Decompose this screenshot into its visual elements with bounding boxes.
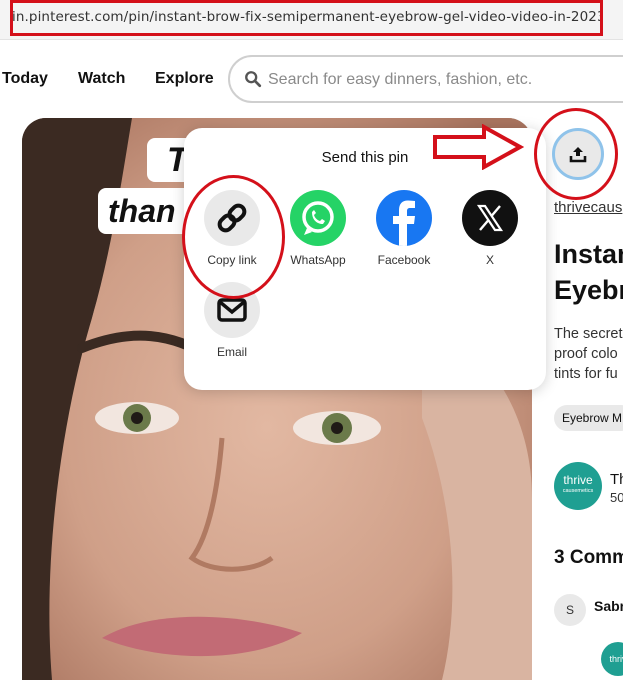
whatsapp-icon [302,201,334,235]
share-facebook-button[interactable]: Facebook [364,190,444,267]
reply-avatar[interactable]: thriv [601,642,623,676]
x-icon [476,204,504,232]
pin-description-line2: proof colo [554,346,618,362]
share-facebook-label: Facebook [377,253,431,267]
commenter-avatar[interactable]: S [554,594,586,626]
nav-watch[interactable]: Watch [78,70,125,88]
tag-chip[interactable]: Eyebrow M [554,405,623,431]
facebook-icon [393,200,415,246]
share-whatsapp-label: WhatsApp [290,253,346,267]
creator-profile-link[interactable]: thrivecaus [554,199,622,216]
pin-description: The secret proof colo tints for fu [554,324,623,384]
creator-followers: 50 [610,490,623,505]
pin-description-line3: tints for fu [554,366,618,382]
copy-link-annotation-circle [182,175,285,299]
pin-title-line2: Eyebr [554,275,623,305]
comments-heading[interactable]: 3 Comm [554,547,623,569]
creator-avatar-text: thrive [563,473,593,487]
pin-title-line1: Instan [554,239,623,269]
share-button-annotation-circle [534,108,618,200]
arrow-annotation-icon [433,124,524,170]
share-x-label: X [485,253,494,267]
creator-avatar-subtext: causemetics [562,488,594,494]
share-whatsapp-button[interactable]: WhatsApp [278,190,358,267]
share-email-label: Email [216,345,247,359]
pin-description-line1: The secret [554,326,623,342]
creator-name[interactable]: Th [610,471,623,488]
share-x-button[interactable]: X [450,190,530,267]
nav-explore[interactable]: Explore [155,70,214,88]
search-input[interactable]: Search for easy dinners, fashion, etc. [228,55,623,103]
nav-today[interactable]: Today [2,70,48,88]
pin-title: Instan Eyebr [554,236,623,308]
commenter-name[interactable]: Sabr [594,598,623,614]
search-placeholder: Search for easy dinners, fashion, etc. [268,71,533,88]
search-icon [245,71,262,88]
url-annotation-box [10,0,603,36]
creator-avatar[interactable]: thrive causemetics [554,462,602,510]
